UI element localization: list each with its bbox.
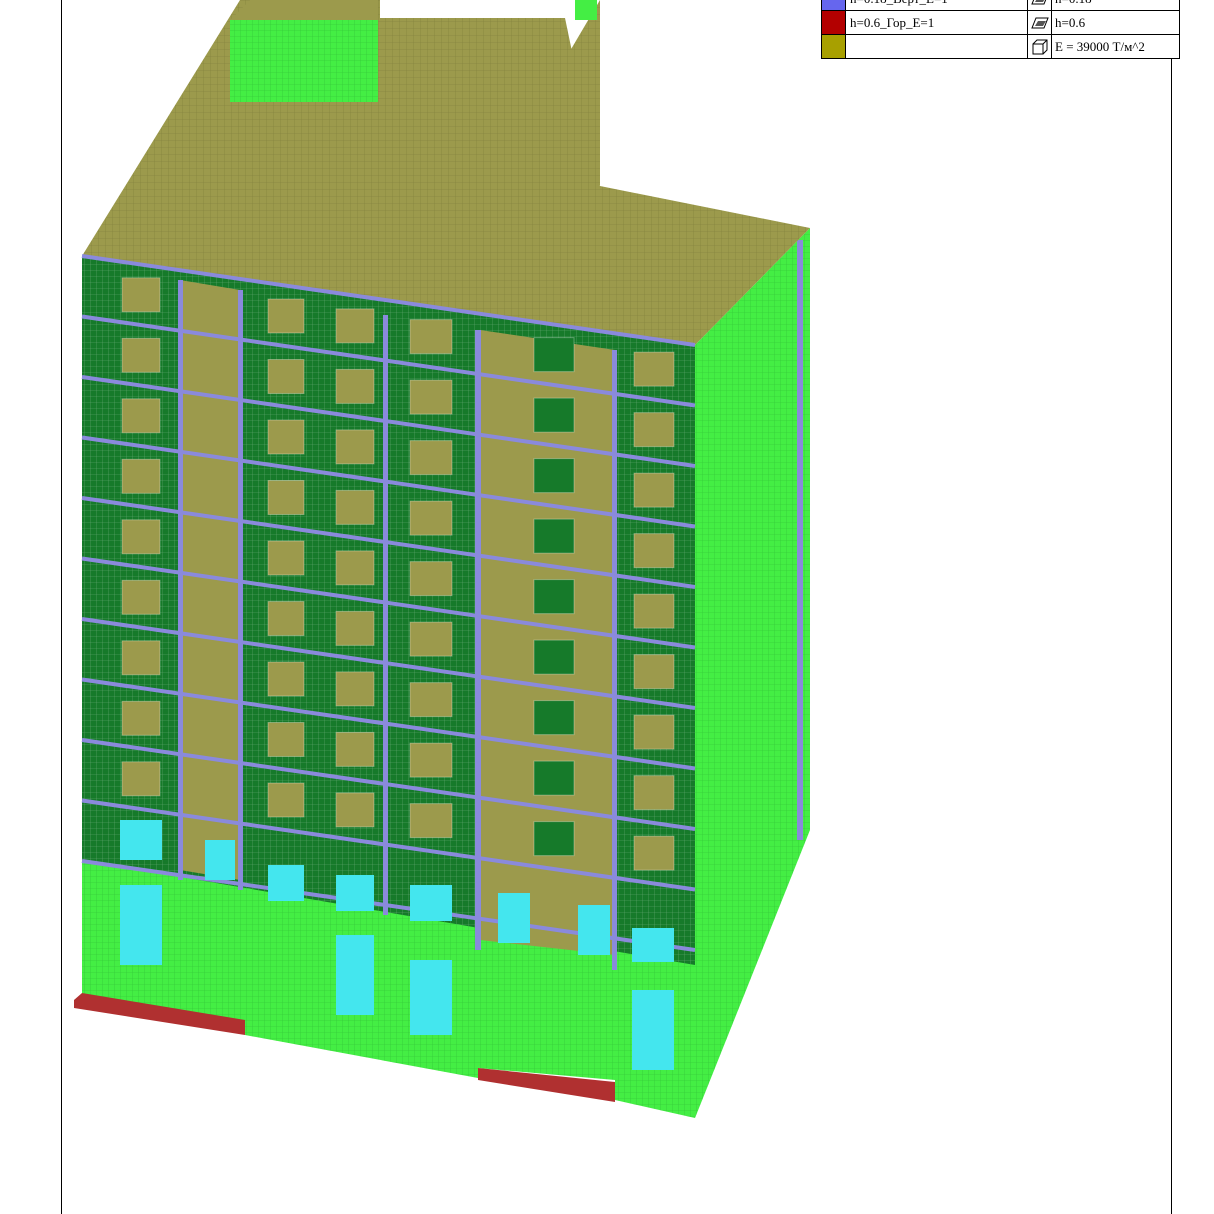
legend-swatch [821,34,846,59]
legend-swatch [821,0,846,11]
legend-row: h=0.6_Гор_E=1 h=0.6 [821,10,1180,35]
legend-table: h=0.18_Верт_E=1 h=0.18 h=0.6_Гор_E=1 h=0… [821,0,1180,59]
plate-icon [1027,0,1052,11]
legend-swatch [821,10,846,35]
legend-value: E = 39000 Т/м^2 [1051,34,1180,59]
legend-row: h=0.18_Верт_E=1 h=0.18 [821,0,1180,11]
legend-row: E = 39000 Т/м^2 [821,34,1180,59]
legend-label: h=0.6_Гор_E=1 [845,10,1028,35]
legend-label: h=0.18_Верт_E=1 [845,0,1028,11]
bar-icon [1027,34,1052,59]
building-fe-model [74,0,810,1118]
plate-icon [1027,10,1052,35]
legend-value: h=0.18 [1051,0,1180,11]
legend-label [845,34,1028,59]
legend-value: h=0.6 [1051,10,1180,35]
